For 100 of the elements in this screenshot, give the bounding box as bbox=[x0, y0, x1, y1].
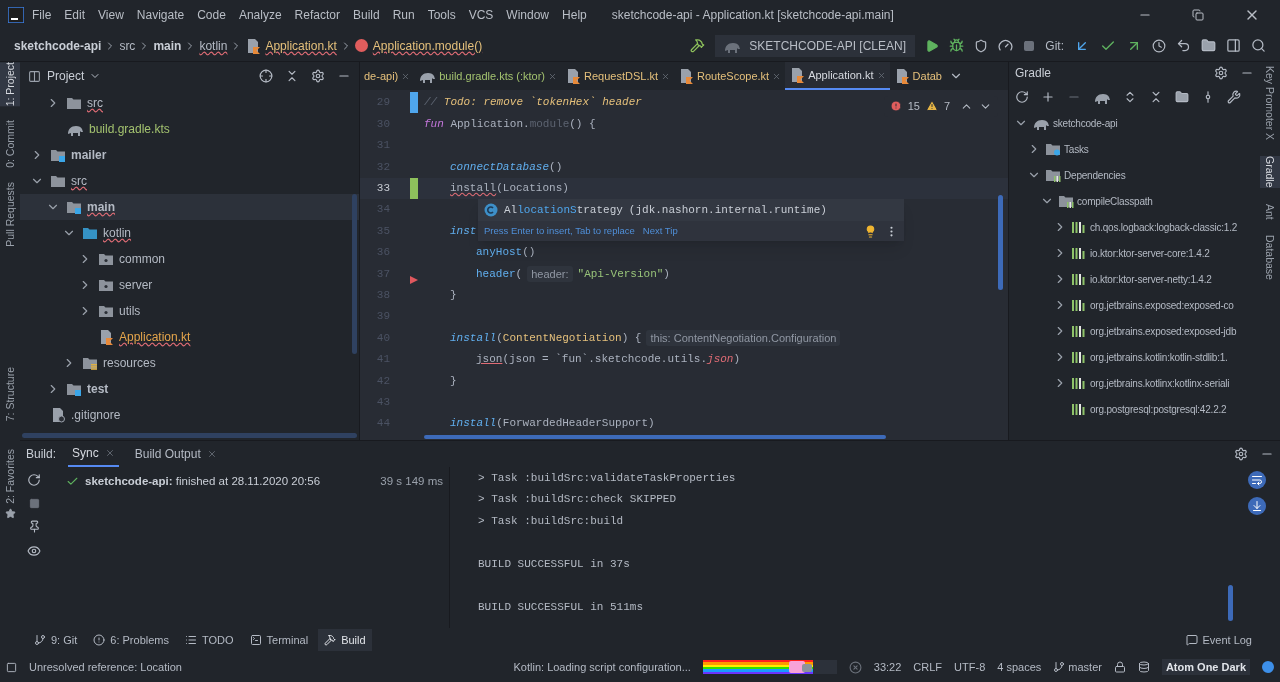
tree-item[interactable]: compileClasspath bbox=[1009, 188, 1260, 214]
folder-icon[interactable] bbox=[1175, 90, 1189, 104]
locate-icon[interactable] bbox=[259, 69, 273, 83]
stop-icon[interactable] bbox=[28, 498, 40, 509]
tool-window-tab[interactable]: Pull Requests bbox=[0, 182, 20, 247]
menu-item[interactable]: Help bbox=[562, 6, 587, 24]
tool-tab[interactable]: 6: Problems bbox=[87, 629, 175, 651]
tool-window-tab[interactable]: 7: Structure bbox=[0, 367, 20, 422]
menu-item[interactable]: File bbox=[32, 6, 52, 24]
collapse-all-icon[interactable] bbox=[285, 69, 299, 83]
refresh-icon[interactable] bbox=[27, 473, 41, 487]
run-icon[interactable] bbox=[925, 38, 940, 53]
settings-icon[interactable] bbox=[1214, 66, 1228, 80]
tool-tab[interactable]: Terminal bbox=[243, 629, 315, 651]
tool-window-tab[interactable]: Ant bbox=[1260, 203, 1280, 220]
menu-item[interactable]: Analyze bbox=[238, 6, 282, 24]
restore-icon[interactable] bbox=[1192, 9, 1204, 21]
background-task[interactable]: Kotlin: Loading script configuration... bbox=[513, 658, 691, 676]
tree-item[interactable]: main bbox=[20, 194, 359, 220]
tree-item[interactable]: kotlin bbox=[20, 220, 359, 246]
file-encoding[interactable]: UTF-8 bbox=[954, 658, 986, 676]
tree-item[interactable]: org.postgresql:postgresql:42.2.2 bbox=[1009, 396, 1260, 422]
menu-item[interactable]: Edit bbox=[64, 6, 86, 24]
lightbulb-icon[interactable] bbox=[864, 224, 877, 238]
add-icon[interactable] bbox=[1041, 90, 1055, 104]
tree-item[interactable]: common bbox=[20, 246, 359, 272]
tree-item[interactable]: org.jetbrains.exposed:exposed-co bbox=[1009, 292, 1260, 318]
indent-setting[interactable]: 4 spaces bbox=[997, 658, 1042, 676]
menu-item[interactable]: Refactor bbox=[294, 6, 340, 24]
bug-icon[interactable] bbox=[949, 38, 965, 53]
collapse-all-icon[interactable] bbox=[1149, 90, 1163, 104]
soft-wrap-button[interactable] bbox=[1248, 471, 1266, 489]
breadcrumb[interactable]: sketchcode-api bbox=[14, 36, 102, 55]
tool-window-tab[interactable]: Database bbox=[1260, 235, 1280, 281]
tool-window-tab[interactable]: 0: Commit bbox=[0, 120, 20, 169]
scroll-to-end-button[interactable] bbox=[1248, 497, 1266, 515]
cancel-icon[interactable] bbox=[848, 660, 862, 674]
breadcrumb[interactable]: Application.module() bbox=[372, 36, 483, 55]
menu-item[interactable]: View bbox=[98, 6, 124, 24]
event-log-tab[interactable]: Event Log bbox=[1186, 631, 1252, 649]
history-icon[interactable] bbox=[1152, 38, 1166, 53]
pin-icon[interactable] bbox=[27, 520, 41, 533]
hammer-icon[interactable] bbox=[690, 38, 706, 53]
gauge-icon[interactable] bbox=[998, 38, 1014, 53]
tree-item[interactable]: server bbox=[20, 272, 359, 298]
git-branch[interactable]: master bbox=[1053, 658, 1102, 676]
tool-tab[interactable]: 9: Git bbox=[28, 629, 84, 651]
search-icon[interactable] bbox=[1251, 38, 1266, 53]
change-marker[interactable] bbox=[410, 92, 418, 114]
editor-tab[interactable]: RequestDSL.kt bbox=[561, 62, 674, 90]
scrollbar[interactable] bbox=[424, 435, 886, 439]
menu-item[interactable]: Navigate bbox=[136, 6, 185, 24]
tree-item[interactable]: org.jetbrains.kotlin:kotlin-stdlib:1. bbox=[1009, 344, 1260, 370]
stop-icon[interactable] bbox=[1023, 39, 1036, 52]
folder-icon[interactable] bbox=[1201, 38, 1216, 53]
editor-tab[interactable]: build.gradle.kts (:ktor) bbox=[414, 62, 561, 90]
settings-icon[interactable] bbox=[311, 69, 325, 83]
tree-item[interactable]: build.gradle.kts bbox=[20, 116, 359, 142]
panel-title[interactable]: Project bbox=[47, 67, 85, 85]
tree-item[interactable]: Application.kt bbox=[20, 324, 359, 350]
theme-name[interactable]: Atom One Dark bbox=[1161, 658, 1250, 676]
line-separator[interactable]: CRLF bbox=[913, 658, 943, 676]
tree-item[interactable]: mailer bbox=[20, 142, 359, 168]
panel-icon[interactable] bbox=[1226, 38, 1241, 53]
tree-item[interactable]: src bbox=[20, 90, 359, 116]
tree-item[interactable]: Tasks bbox=[1009, 136, 1260, 162]
tool-window-tab[interactable]: Key Promoter X bbox=[1260, 66, 1280, 141]
editor-tab[interactable]: Application.kt bbox=[785, 62, 890, 90]
scrollbar[interactable] bbox=[352, 194, 357, 354]
tree-item[interactable]: utils bbox=[20, 298, 359, 324]
editor-tab[interactable]: Datab bbox=[889, 62, 946, 90]
scrollbar[interactable] bbox=[998, 195, 1003, 290]
panel-tab[interactable]: Sync bbox=[68, 441, 119, 467]
caret-position[interactable]: 33:22 bbox=[873, 658, 902, 676]
run-config-dropdown[interactable]: SKETCHCODE-API [CLEAN] bbox=[715, 34, 916, 57]
tree-item[interactable]: org.jetbrains.kotlinx:kotlinx-seriali bbox=[1009, 370, 1260, 396]
tree-item[interactable]: .gitignore bbox=[20, 402, 359, 428]
shield-icon[interactable] bbox=[974, 38, 989, 53]
panel-tab[interactable]: Build Output bbox=[130, 441, 221, 467]
eye-icon[interactable] bbox=[27, 544, 41, 558]
wrench-icon[interactable] bbox=[1227, 90, 1241, 104]
menu-item[interactable]: Window bbox=[506, 6, 550, 24]
tool-tab[interactable]: TODO bbox=[179, 629, 240, 651]
refresh-icon[interactable] bbox=[1015, 90, 1029, 104]
tree-item[interactable]: ch.qos.logback:logback-classic:1.2 bbox=[1009, 214, 1260, 240]
menu-item[interactable]: Tools bbox=[427, 6, 456, 24]
breadcrumb[interactable]: kotlin bbox=[199, 36, 228, 55]
database-icon[interactable] bbox=[1137, 661, 1150, 673]
tree-item[interactable]: src bbox=[20, 168, 359, 194]
tree-item[interactable]: org.jetbrains.exposed:exposed-jdb bbox=[1009, 318, 1260, 344]
star-icon[interactable] bbox=[4, 508, 16, 520]
change-marker[interactable] bbox=[410, 177, 418, 199]
breadcrumb[interactable]: main bbox=[153, 36, 182, 55]
scrollbar[interactable] bbox=[1228, 585, 1233, 621]
completion-item[interactable]: AllocationStrategy (jdk.nashorn.internal.runtime) bbox=[478, 199, 904, 221]
menu-item[interactable]: Run bbox=[392, 6, 415, 24]
marker-icon[interactable] bbox=[410, 275, 418, 284]
tool-tab[interactable]: Build bbox=[318, 629, 372, 651]
tree-item[interactable]: sketchcode-api bbox=[1009, 110, 1260, 136]
tree-item[interactable]: io.ktor:ktor-server-netty:1.4.2 bbox=[1009, 266, 1260, 292]
